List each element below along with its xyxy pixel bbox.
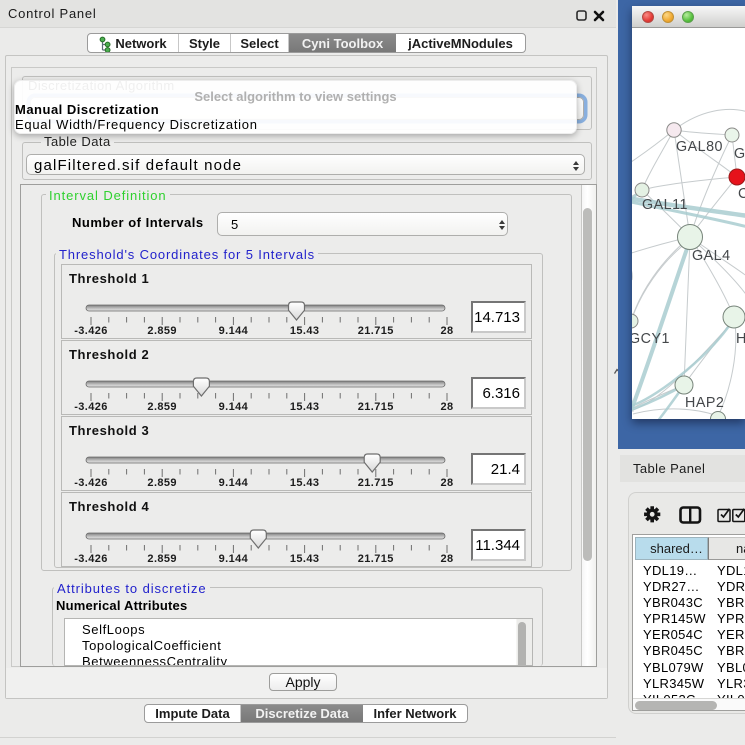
svg-text:GA: GA [734,146,745,162]
svg-text:GAL4: GAL4 [692,248,731,264]
svg-text:CR: CR [738,186,745,202]
svg-text:H: H [736,331,745,347]
svg-text:GAL80: GAL80 [676,139,723,155]
svg-text:GCY1: GCY1 [632,331,670,347]
svg-text:GAL11: GAL11 [642,197,688,213]
svg-text:HAP2: HAP2 [685,395,724,411]
